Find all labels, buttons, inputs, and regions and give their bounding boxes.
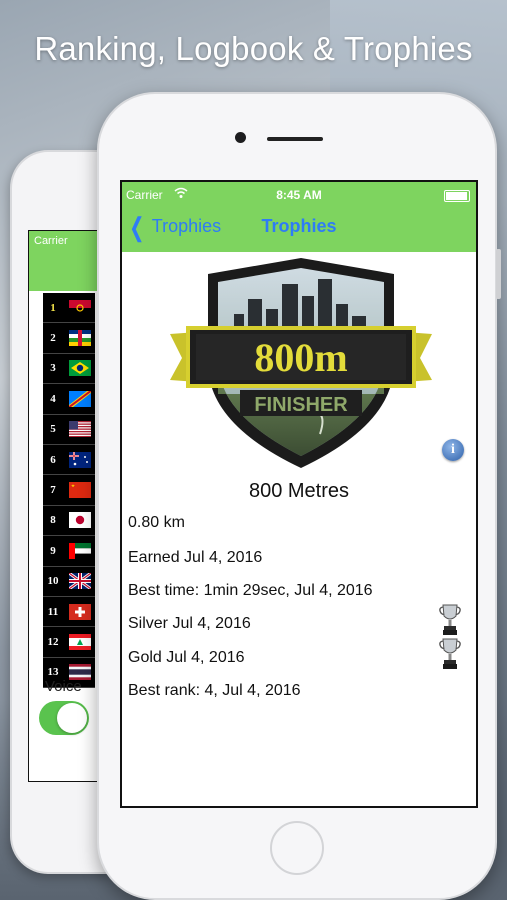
- uae-flag-icon: [69, 542, 91, 559]
- ranking-row[interactable]: 8: [43, 506, 95, 537]
- rank-number: 7: [50, 484, 56, 497]
- ranking-row[interactable]: 9: [43, 536, 95, 567]
- voice-toggle[interactable]: [39, 701, 89, 735]
- rank-number: 2: [50, 332, 56, 345]
- promo-headline: Ranking, Logbook & Trophies: [34, 30, 473, 67]
- clock: 8:45 AM: [276, 188, 322, 202]
- trophy-silver: Silver Jul 4, 2016: [128, 615, 251, 632]
- status-bar: Carrier 8:45 AM: [122, 187, 476, 204]
- ranking-list: 1 2 3 4 5 6 7 8 9 10 11 12 13: [43, 293, 95, 689]
- japan-flag-icon: [69, 512, 91, 529]
- lebanon-flag-icon: [69, 633, 91, 650]
- rank-number: 5: [50, 423, 56, 436]
- ranking-row[interactable]: 3: [43, 354, 95, 385]
- ranking-row[interactable]: 11: [43, 597, 95, 628]
- rank-number: 4: [50, 392, 56, 405]
- uk-flag-icon: [69, 573, 91, 590]
- dr-congo-flag-icon: [69, 390, 91, 407]
- rank-number: 8: [50, 514, 56, 527]
- rank-number: 9: [50, 544, 56, 557]
- navigation-bar: Carrier 8:45 AM ❮ Trophies Trophies: [122, 182, 476, 252]
- info-icon[interactable]: i: [442, 439, 464, 461]
- back-phone-screen: Carrier 1 2 3 4 5 6 7 8 9 10 11 12 13 Vo…: [28, 230, 100, 782]
- page-title: Trophies: [261, 216, 337, 236]
- australia-flag-icon: [69, 451, 91, 468]
- angola-flag-icon: [69, 299, 91, 316]
- rank-number: 3: [50, 362, 56, 375]
- rank-number: 10: [47, 575, 59, 588]
- trophy-title: 800 Metres: [248, 480, 350, 502]
- usa-flag-icon: [69, 421, 91, 438]
- voice-label: Voice: [45, 678, 82, 695]
- switzerland-flag-icon: [69, 603, 91, 620]
- silver-trophy-cup-icon: [439, 604, 461, 635]
- ranking-row[interactable]: 10: [43, 567, 95, 597]
- ranking-row[interactable]: 2: [43, 323, 95, 354]
- ranking-row[interactable]: 4: [43, 384, 95, 415]
- rank-number: 13: [47, 666, 59, 679]
- brazil-flag-icon: [69, 360, 91, 377]
- trophy-gold: Gold Jul 4, 2016: [128, 649, 245, 666]
- toggle-knob: [57, 703, 87, 733]
- china-flag-icon: [69, 482, 91, 499]
- rank-number: 11: [47, 605, 59, 618]
- ranking-row[interactable]: 1: [43, 293, 95, 324]
- trophy-best-time: Best time: 1min 29sec, Jul 4, 2016: [128, 582, 373, 599]
- gold-trophy-cup-icon: [439, 638, 461, 669]
- phone-frame: Carrier 8:45 AM ❮ Trophies Trophies 800m…: [97, 92, 501, 900]
- ranking-row[interactable]: 7: [43, 475, 95, 506]
- central-african-flag-icon: [69, 330, 91, 347]
- home-button[interactable]: [270, 821, 324, 875]
- back-carrier-label: Carrier: [34, 235, 68, 247]
- badge-distance-text: 800m: [254, 335, 347, 380]
- front-camera: [235, 132, 246, 143]
- earpiece-speaker: [267, 137, 323, 141]
- badge-finisher-text: FINISHER: [254, 394, 348, 416]
- trophy-badge-image: 800m FINISHER: [170, 258, 432, 468]
- rank-number: 6: [50, 453, 56, 466]
- back-status-bar: Carrier: [29, 231, 99, 291]
- trophy-earned-date: Earned Jul 4, 2016: [128, 549, 263, 566]
- trophy-best-rank: Best rank: 4, Jul 4, 2016: [128, 682, 301, 699]
- rank-number: 12: [47, 635, 59, 648]
- app-screen: Carrier 8:45 AM ❮ Trophies Trophies 800m…: [120, 180, 478, 808]
- ranking-row[interactable]: 6: [43, 445, 95, 476]
- trophy-distance: 0.80 km: [128, 514, 185, 531]
- side-button: [496, 249, 501, 299]
- ranking-row[interactable]: 5: [43, 415, 95, 445]
- ranking-row[interactable]: 12: [43, 627, 95, 658]
- battery-icon: [444, 190, 470, 202]
- rank-number: 1: [50, 301, 56, 314]
